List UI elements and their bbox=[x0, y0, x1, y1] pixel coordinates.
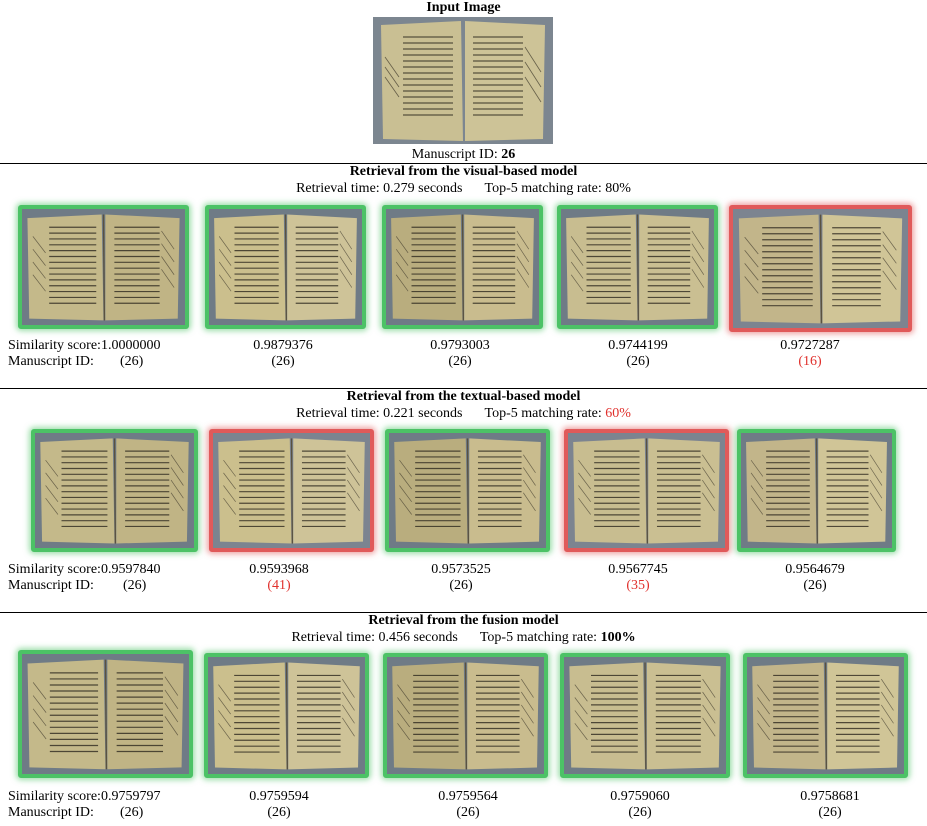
manuscript-page-image bbox=[747, 657, 904, 774]
manuscript-page-image bbox=[213, 433, 370, 548]
similarity-score: 0.9759060 bbox=[610, 789, 670, 804]
result-thumbnail-match[interactable] bbox=[737, 429, 896, 552]
similarity-score: 0.9793003 bbox=[430, 338, 490, 353]
manuscript-id-value: (26) bbox=[456, 805, 480, 820]
section-meta: Retrieval time: 0.221 seconds Top-5 match… bbox=[0, 406, 927, 422]
matching-rate-value: 100% bbox=[600, 630, 636, 645]
manuscript-page-image bbox=[35, 433, 194, 548]
manuscript-id-value: (16) bbox=[798, 354, 822, 369]
similarity-score: 0.9759797 bbox=[100, 789, 161, 804]
result-thumbnail-match[interactable] bbox=[204, 653, 369, 778]
manuscript-id-value: (26) bbox=[120, 354, 144, 369]
result-thumbnail-mismatch[interactable] bbox=[729, 205, 912, 332]
similarity-score: 0.9759594 bbox=[249, 789, 309, 804]
manuscript-page-image bbox=[733, 209, 908, 328]
section-meta: Retrieval time: 0.456 seconds Top-5 match… bbox=[0, 630, 927, 646]
result-thumbnail-match[interactable] bbox=[557, 205, 718, 329]
similarity-label: Similarity score: bbox=[8, 338, 101, 353]
manuscript-id-value: (26) bbox=[267, 805, 291, 820]
manuscript-id-value: (26) bbox=[123, 578, 147, 593]
similarity-score: 0.9593968 bbox=[249, 562, 309, 577]
matching-rate-label: Top-5 matching rate: bbox=[484, 406, 602, 421]
manuscript-id-value: (26) bbox=[271, 354, 295, 369]
input-manuscript-image bbox=[373, 17, 553, 144]
input-image-title: Input Image bbox=[426, 0, 501, 15]
matching-rate-value: 80% bbox=[605, 181, 631, 196]
manuscript-id-value: (26) bbox=[818, 805, 842, 820]
manuscript-page-image bbox=[389, 433, 546, 548]
manuscript-id-value: (26) bbox=[120, 805, 144, 820]
manuscript-page-image bbox=[564, 657, 726, 774]
section-meta: Retrieval time: 0.279 seconds Top-5 match… bbox=[0, 181, 927, 197]
similarity-score-line: Similarity score:0.9597840 bbox=[8, 562, 160, 578]
matching-rate-value: 60% bbox=[605, 406, 631, 421]
section-title: Retrieval from the fusion model bbox=[368, 613, 559, 628]
manuscript-id-value: (35) bbox=[626, 578, 650, 593]
manuscript-id-label: Manuscript ID: bbox=[8, 805, 94, 820]
matching-rate-label: Top-5 matching rate: bbox=[479, 630, 598, 645]
similarity-label: Similarity score: bbox=[8, 789, 101, 804]
similarity-score: 1.0000000 bbox=[100, 338, 161, 353]
manuscript-page-image bbox=[386, 209, 539, 325]
result-thumbnail-match[interactable] bbox=[560, 653, 730, 778]
input-id-label: Manuscript ID: bbox=[411, 147, 498, 162]
manuscript-id-value: (26) bbox=[628, 805, 652, 820]
retrieval-time: Retrieval time: 0.221 seconds bbox=[296, 406, 463, 421]
manuscript-page-image bbox=[568, 433, 725, 548]
similarity-score-line: Similarity score:1.0000000 bbox=[8, 338, 160, 354]
similarity-score: 0.9879376 bbox=[253, 338, 313, 353]
manuscript-page-image bbox=[373, 17, 553, 144]
section-title: Retrieval from the visual-based model bbox=[349, 164, 578, 179]
input-id-value: 26 bbox=[501, 147, 516, 162]
retrieval-time: Retrieval time: 0.456 seconds bbox=[291, 630, 458, 645]
manuscript-id-line: Manuscript ID: (26) bbox=[8, 354, 143, 370]
manuscript-id-label: Manuscript ID: bbox=[8, 354, 94, 369]
result-thumbnail-match[interactable] bbox=[385, 429, 550, 552]
manuscript-id-value: (26) bbox=[449, 578, 473, 593]
similarity-score: 0.9564679 bbox=[785, 562, 845, 577]
result-thumbnail-match[interactable] bbox=[31, 429, 198, 552]
result-thumbnail-match[interactable] bbox=[382, 205, 543, 329]
manuscript-page-image bbox=[561, 209, 714, 325]
manuscript-page-image bbox=[22, 209, 185, 325]
manuscript-page-image bbox=[22, 654, 189, 774]
matching-rate-label: Top-5 matching rate: bbox=[484, 181, 602, 196]
manuscript-page-image bbox=[741, 433, 892, 548]
retrieval-time: Retrieval time: 0.279 seconds bbox=[296, 181, 463, 196]
result-thumbnail-match[interactable] bbox=[18, 205, 189, 329]
similarity-score: 0.9597840 bbox=[100, 562, 161, 577]
result-thumbnail-match[interactable] bbox=[18, 650, 193, 778]
manuscript-page-image bbox=[387, 657, 544, 774]
result-thumbnail-match[interactable] bbox=[743, 653, 908, 778]
result-thumbnail-match[interactable] bbox=[205, 205, 366, 329]
similarity-score: 0.9744199 bbox=[608, 338, 668, 353]
section-title: Retrieval from the textual-based model bbox=[346, 389, 581, 404]
manuscript-page-image bbox=[208, 657, 365, 774]
result-thumbnail-mismatch[interactable] bbox=[209, 429, 374, 552]
manuscript-id-label: Manuscript ID: bbox=[8, 578, 94, 593]
manuscript-id-value: (26) bbox=[626, 354, 650, 369]
similarity-label: Similarity score: bbox=[8, 562, 101, 577]
similarity-score: 0.9758681 bbox=[800, 789, 860, 804]
similarity-score-line: Similarity score:0.9759797 bbox=[8, 789, 160, 805]
manuscript-id-line: Manuscript ID: (26) bbox=[8, 805, 143, 821]
manuscript-id-value: (26) bbox=[803, 578, 827, 593]
similarity-score: 0.9573525 bbox=[431, 562, 491, 577]
result-thumbnail-match[interactable] bbox=[383, 653, 548, 778]
similarity-score: 0.9727287 bbox=[780, 338, 840, 353]
manuscript-page-image bbox=[209, 209, 362, 325]
manuscript-id-line: Manuscript ID: (26) bbox=[8, 578, 146, 594]
input-manuscript-id: Manuscript ID: 26 bbox=[0, 147, 927, 163]
similarity-score: 0.9759564 bbox=[438, 789, 498, 804]
result-thumbnail-mismatch[interactable] bbox=[564, 429, 729, 552]
manuscript-id-value: (41) bbox=[267, 578, 291, 593]
similarity-score: 0.9567745 bbox=[608, 562, 668, 577]
manuscript-id-value: (26) bbox=[448, 354, 472, 369]
